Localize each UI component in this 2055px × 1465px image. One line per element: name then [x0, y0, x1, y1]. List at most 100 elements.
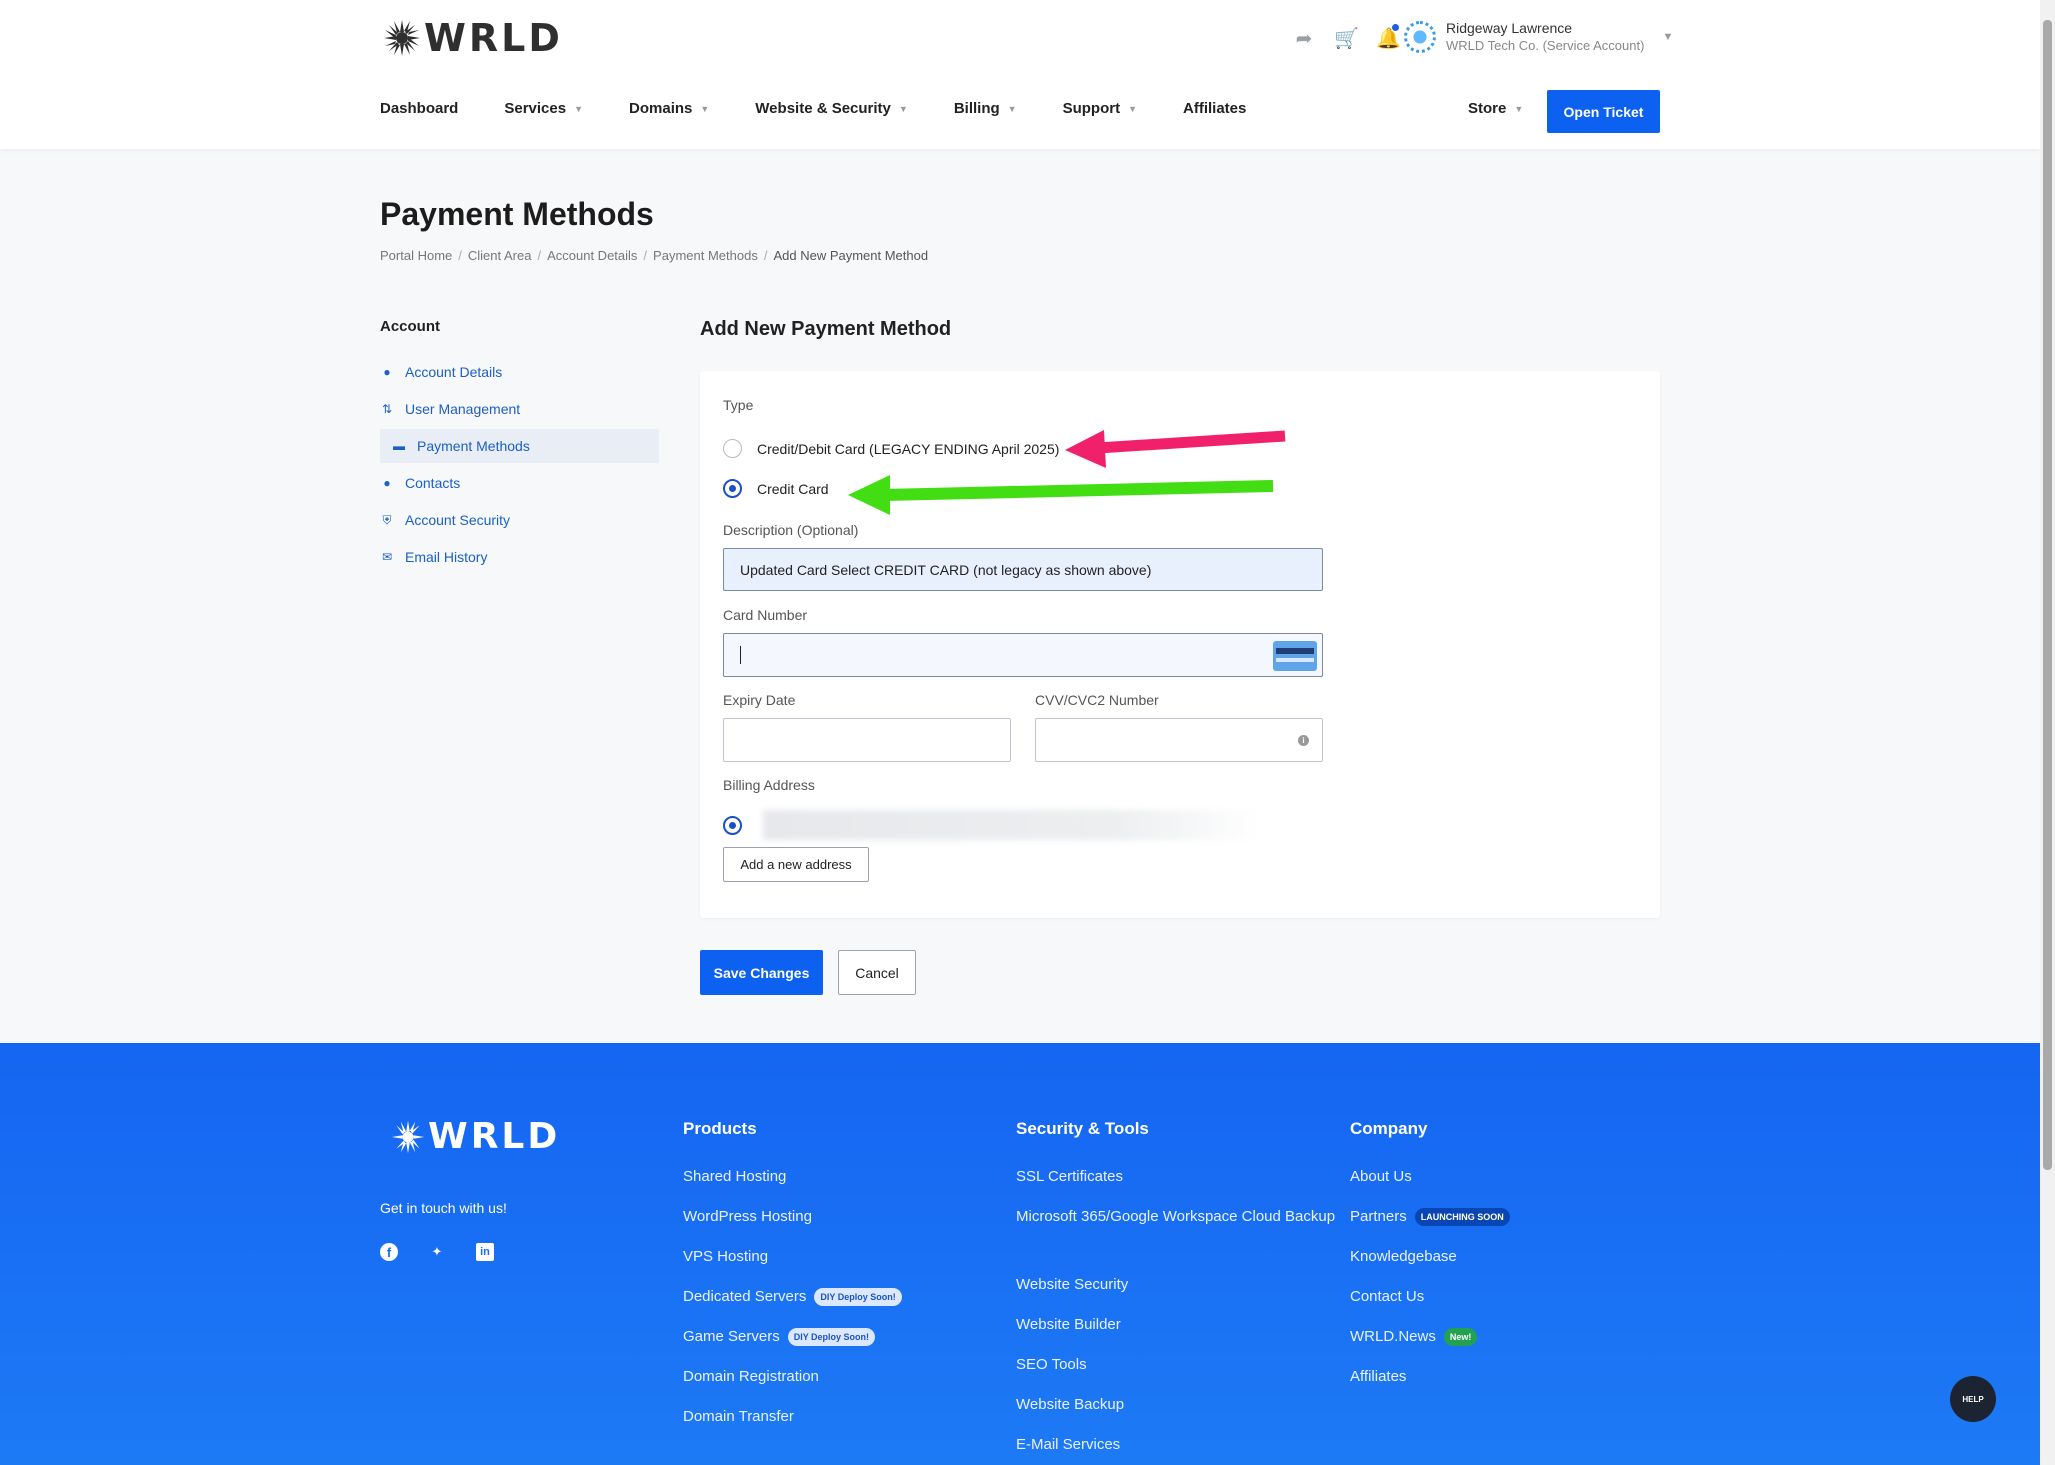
- footer-link[interactable]: Domain Registration: [683, 1363, 902, 1403]
- footer-link-label: VPS Hosting: [683, 1248, 769, 1265]
- form-title: Add New Payment Method: [700, 318, 952, 340]
- breadcrumb-separator: /: [763, 248, 768, 263]
- cvv-label: CVV/CVC2 Number: [1035, 692, 1159, 708]
- radio-legacy[interactable]: [723, 439, 742, 458]
- share-icon[interactable]: ➦: [1292, 26, 1316, 51]
- footer-link-label: SSL Certificates: [1016, 1168, 1123, 1185]
- user-name: Ridgeway Lawrence: [1446, 20, 1573, 36]
- breadcrumb: Portal Home / Client Area / Account Detail…: [380, 248, 928, 263]
- footer-link[interactable]: Domain Transfer: [683, 1403, 902, 1443]
- breadcrumb-link[interactable]: Account Details: [547, 248, 637, 263]
- nav-website-security[interactable]: Website & Security ▼: [755, 100, 908, 117]
- linkedin-icon[interactable]: in: [476, 1243, 494, 1261]
- card-number-input[interactable]: [723, 633, 1323, 677]
- footer-link[interactable]: Affiliates: [1350, 1363, 1510, 1403]
- breadcrumb-separator: /: [643, 248, 648, 263]
- footer-link[interactable]: Knowledgebase: [1350, 1243, 1510, 1283]
- footer-link[interactable]: Contact Us: [1350, 1283, 1510, 1323]
- footer-link-label: Game Servers: [683, 1328, 780, 1345]
- social-links: f ✦ in: [380, 1243, 494, 1261]
- footer-link-label: Dedicated Servers: [683, 1288, 807, 1305]
- breadcrumb-link[interactable]: Client Area: [468, 248, 532, 263]
- nav-label: Website & Security: [755, 100, 891, 117]
- billing-address-option[interactable]: [723, 809, 1323, 843]
- nav-domains[interactable]: Domains ▼: [629, 100, 709, 117]
- description-input[interactable]: Updated Card Select CREDIT CARD (not leg…: [723, 548, 1323, 591]
- footer-link[interactable]: SEO Tools: [1016, 1351, 1336, 1391]
- type-option-label: Credit Card: [757, 480, 829, 497]
- nav-support[interactable]: Support ▼: [1063, 100, 1137, 117]
- breadcrumb-link[interactable]: Portal Home: [380, 248, 452, 263]
- footer-link[interactable]: VPS Hosting: [683, 1243, 902, 1283]
- nav-label: Services: [504, 100, 567, 117]
- save-changes-button[interactable]: Save Changes: [700, 950, 823, 995]
- diy-badge: DIY Deploy Soon!: [814, 1288, 902, 1306]
- footer-link[interactable]: WRLD.News New!: [1350, 1323, 1510, 1363]
- radio-credit-card[interactable]: [723, 479, 742, 498]
- scrollbar-thumb[interactable]: [2043, 20, 2052, 1170]
- site-footer: WRLD Get in touch with us! f ✦ in Produc…: [0, 1043, 2040, 1465]
- cancel-button[interactable]: Cancel: [838, 950, 916, 995]
- footer-link-label: Shared Hosting: [683, 1168, 787, 1185]
- footer-link[interactable]: WordPress Hosting: [683, 1203, 902, 1243]
- page-scrollbar[interactable]: [2040, 0, 2055, 1465]
- card-number-label: Card Number: [723, 607, 808, 623]
- open-ticket-button[interactable]: Open Ticket: [1547, 90, 1660, 133]
- footer-products-column: Products Shared Hosting WordPress Hostin…: [683, 1119, 902, 1443]
- avatar: [1404, 21, 1436, 53]
- breadcrumb-separator: /: [458, 248, 462, 263]
- footer-link-label: Contact Us: [1350, 1288, 1425, 1305]
- nav-services[interactable]: Services ▼: [504, 100, 583, 117]
- type-option-credit-card[interactable]: Credit Card: [723, 479, 829, 498]
- nav-affiliates[interactable]: Affiliates: [1183, 100, 1246, 117]
- nav-label: Support: [1062, 100, 1121, 117]
- footer-link[interactable]: Website Builder: [1016, 1311, 1336, 1351]
- logo-mark-icon: [384, 20, 420, 56]
- bell-icon[interactable]: 🔔: [1376, 24, 1401, 51]
- wrld-logo[interactable]: WRLD: [382, 16, 563, 60]
- page-title: Payment Methods: [380, 196, 654, 232]
- footer-link[interactable]: Website Security: [1016, 1271, 1336, 1311]
- facebook-icon[interactable]: f: [380, 1243, 398, 1261]
- credit-card-icon: [1273, 641, 1317, 671]
- footer-link[interactable]: E-Mail Services: [1016, 1431, 1336, 1465]
- user-menu[interactable]: Ridgeway Lawrence WRLD Tech Co. (Service…: [1404, 20, 1673, 54]
- nav-store[interactable]: Store ▼: [1468, 100, 1523, 117]
- nav-billing[interactable]: Billing ▼: [954, 100, 1017, 117]
- footer-link[interactable]: SSL Certificates: [1016, 1163, 1336, 1203]
- twitter-icon[interactable]: ✦: [428, 1243, 446, 1261]
- footer-link[interactable]: Dedicated Servers DIY Deploy Soon!: [683, 1283, 902, 1323]
- nav-label: Billing: [953, 100, 1000, 117]
- sidebar-item-contacts[interactable]: ● Contacts: [380, 466, 659, 500]
- footer-logo[interactable]: WRLD: [390, 1116, 560, 1157]
- sidebar-item-payment-methods[interactable]: ▬ Payment Methods: [380, 429, 659, 463]
- footer-link[interactable]: Partners LAUNCHING SOON: [1350, 1203, 1510, 1243]
- sidebar-item-email-history[interactable]: ✉ Email History: [380, 540, 659, 574]
- footer-link[interactable]: Website Backup: [1016, 1391, 1336, 1431]
- footer-link[interactable]: About Us: [1350, 1163, 1510, 1203]
- chevron-down-icon: ▼: [1007, 103, 1017, 114]
- nav-dashboard[interactable]: Dashboard: [380, 100, 458, 117]
- cvv-input[interactable]: i: [1035, 718, 1323, 762]
- sidebar-item-user-management[interactable]: ⇅ User Management: [380, 392, 659, 426]
- logo-text: WRLD: [424, 16, 563, 60]
- footer-link[interactable]: Shared Hosting: [683, 1163, 902, 1203]
- launching-soon-badge: LAUNCHING SOON: [1414, 1208, 1510, 1226]
- radio-billing-address[interactable]: [723, 816, 742, 835]
- info-icon[interactable]: i: [1298, 735, 1309, 746]
- sidebar-item-account-details[interactable]: ● Account Details: [380, 355, 659, 389]
- add-address-button[interactable]: Add a new address: [723, 847, 869, 882]
- footer-link-label: Partners: [1350, 1208, 1407, 1225]
- breadcrumb-link[interactable]: Payment Methods: [653, 248, 758, 263]
- type-option-legacy[interactable]: Credit/Debit Card (LEGACY ENDING April 2…: [723, 439, 1059, 458]
- help-chat-button[interactable]: HELP: [1950, 1376, 1996, 1422]
- sidebar-item-label: User Management: [405, 401, 521, 417]
- expiry-input[interactable]: [723, 718, 1011, 762]
- footer-link[interactable]: Microsoft 365/Google Workspace Cloud Bac…: [1016, 1203, 1336, 1271]
- footer-link[interactable]: Game Servers DIY Deploy Soon!: [683, 1323, 902, 1363]
- type-label: Type: [723, 397, 754, 413]
- cart-icon[interactable]: 🛒: [1334, 26, 1359, 51]
- card-list-icon: ▬: [393, 439, 405, 453]
- chevron-down-icon: ▼: [1128, 103, 1137, 114]
- sidebar-item-account-security[interactable]: ⛨ Account Security: [380, 503, 659, 537]
